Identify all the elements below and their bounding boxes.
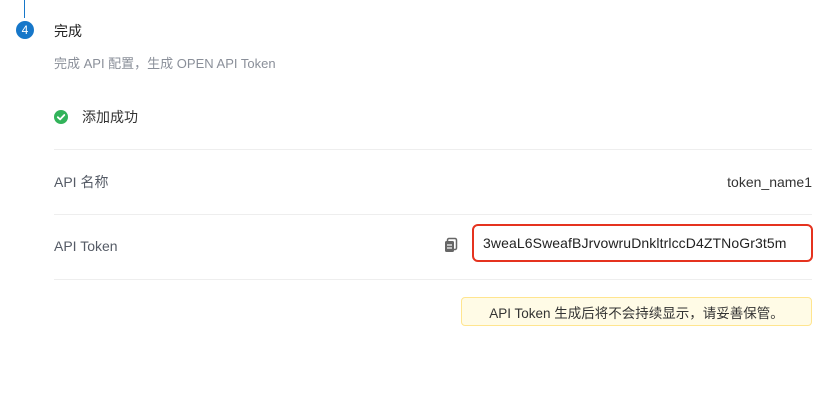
divider <box>54 214 812 215</box>
success-message: 添加成功 <box>54 108 138 126</box>
api-token-value[interactable]: 3weaL6SweafBJrvowruDnkltrlccD4ZTNoGr3t5m <box>483 235 787 251</box>
step-connector-line <box>24 0 25 18</box>
api-name-value: token_name1 <box>727 174 812 190</box>
api-token-result-page: 4 完成 完成 API 配置，生成 OPEN API Token 添加成功 AP… <box>0 0 832 396</box>
divider <box>54 279 812 280</box>
api-token-label: API Token <box>54 238 118 254</box>
success-text: 添加成功 <box>82 109 138 125</box>
step-description: 完成 API 配置，生成 OPEN API Token <box>54 56 276 71</box>
copy-icon[interactable] <box>442 236 460 254</box>
divider <box>54 149 812 150</box>
step-title: 完成 <box>54 23 82 39</box>
api-name-label: API 名称 <box>54 174 109 190</box>
token-warning-notice: API Token 生成后将不会持续显示，请妥善保管。 <box>461 297 812 326</box>
api-token-value-box[interactable]: 3weaL6SweafBJrvowruDnkltrlccD4ZTNoGr3t5m <box>472 224 813 262</box>
check-circle-icon <box>54 110 68 124</box>
step-number-badge: 4 <box>16 21 34 39</box>
